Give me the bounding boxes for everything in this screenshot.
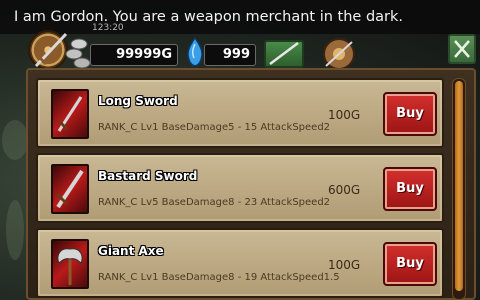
- axe-icon: [51, 239, 89, 289]
- weapon-tab[interactable]: [264, 40, 304, 68]
- timer-text: 123:20: [92, 23, 124, 33]
- dialogue-bar: I am Gordon. You are a weapon merchant i…: [0, 0, 480, 34]
- armor-tab[interactable]: [320, 36, 358, 72]
- item-stats: RANK_C Lv1 BaseDamage5 - 15 AttackSpeed2: [98, 122, 331, 133]
- item-price: 100G: [328, 108, 361, 122]
- buy-button[interactable]: Buy: [383, 167, 437, 211]
- item-price: 100G: [328, 258, 361, 272]
- sword-icon: [269, 42, 299, 65]
- sword-icon: [51, 164, 89, 214]
- shop-item-row: Long Sword RANK_C Lv1 BaseDamage5 - 15 A…: [36, 78, 444, 148]
- close-icon: [454, 40, 470, 58]
- shop-item-row: Giant Axe RANK_C Lv1 BaseDamage8 - 19 At…: [36, 228, 444, 298]
- buy-button[interactable]: Buy: [383, 92, 437, 136]
- scrollbar-thumb[interactable]: [455, 81, 463, 291]
- dialogue-text: I am Gordon. You are a weapon merchant i…: [14, 9, 404, 25]
- item-name: Giant Axe: [98, 244, 164, 258]
- background-foliage: [2, 120, 28, 160]
- item-price: 600G: [328, 183, 361, 197]
- item-stats: RANK_C Lv5 BaseDamage8 - 23 AttackSpeed2: [98, 197, 331, 208]
- background-foliage: [6, 200, 24, 260]
- buy-button[interactable]: Buy: [383, 242, 437, 286]
- item-name: Bastard Sword: [98, 169, 198, 183]
- gem-icon: [187, 36, 203, 67]
- item-name: Long Sword: [98, 94, 178, 108]
- scrollbar[interactable]: [452, 78, 466, 300]
- item-stats: RANK_C Lv1 BaseDamage8 - 19 AttackSpeed1…: [98, 272, 340, 283]
- sword-icon: [51, 89, 89, 139]
- gem-counter: 999: [204, 44, 256, 66]
- shop-item-row: Bastard Sword RANK_C Lv5 BaseDamage8 - 2…: [36, 153, 444, 223]
- gold-counter: 99999G: [90, 44, 178, 66]
- close-button[interactable]: [448, 34, 476, 64]
